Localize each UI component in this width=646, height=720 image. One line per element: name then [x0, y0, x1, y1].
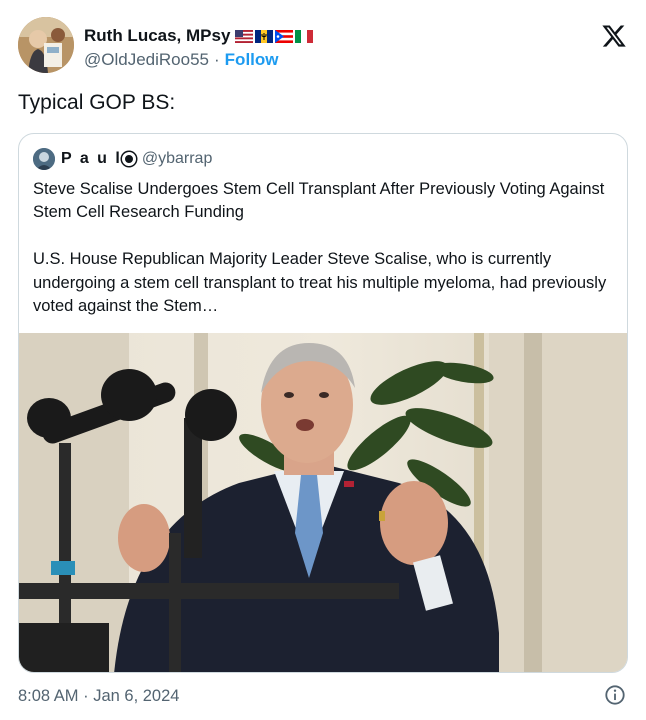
verified-badge-icon	[121, 152, 136, 166]
quoted-body: U.S. House Republican Majority Leader St…	[33, 250, 607, 315]
puerto-rico-flag-icon	[275, 29, 294, 43]
italy-flag-icon	[295, 29, 314, 43]
quoted-author-name[interactable]: P a u l	[61, 150, 122, 168]
barbados-flag-icon	[255, 29, 274, 43]
us-flag-icon	[235, 29, 254, 43]
timestamp[interactable]: 8:08 AM · Jan 6, 2024	[18, 687, 179, 706]
follow-button[interactable]: Follow	[225, 50, 279, 70]
x-logo-icon[interactable]	[600, 23, 628, 49]
quoted-tweet-header: P a u l @ybarrap	[33, 148, 212, 170]
author-name[interactable]: Ruth Lucas, MPsy	[84, 26, 230, 46]
tweet-header: Ruth Lucas, MPsy @OldJediRoo55 · Follow	[18, 17, 630, 77]
tweet-text: Typical GOP BS:	[18, 91, 176, 114]
author-info: Ruth Lucas, MPsy @OldJediRoo55 · Follow	[84, 25, 314, 70]
quoted-tweet[interactable]: P a u l @ybarrap Steve Scalise Undergoes…	[18, 133, 628, 673]
flag-emojis	[235, 29, 314, 43]
news-photo[interactable]	[19, 333, 627, 672]
author-handle[interactable]: @OldJediRoo55	[84, 50, 209, 70]
quoted-author-avatar[interactable]	[33, 148, 55, 170]
info-icon[interactable]	[604, 684, 626, 706]
separator-dot: ·	[214, 50, 220, 69]
author-avatar[interactable]	[18, 17, 74, 73]
quoted-headline: Steve Scalise Undergoes Stem Cell Transp…	[33, 180, 605, 221]
quoted-author-handle[interactable]: @ybarrap	[142, 150, 213, 168]
tweet-footer: 8:08 AM · Jan 6, 2024	[18, 683, 628, 709]
